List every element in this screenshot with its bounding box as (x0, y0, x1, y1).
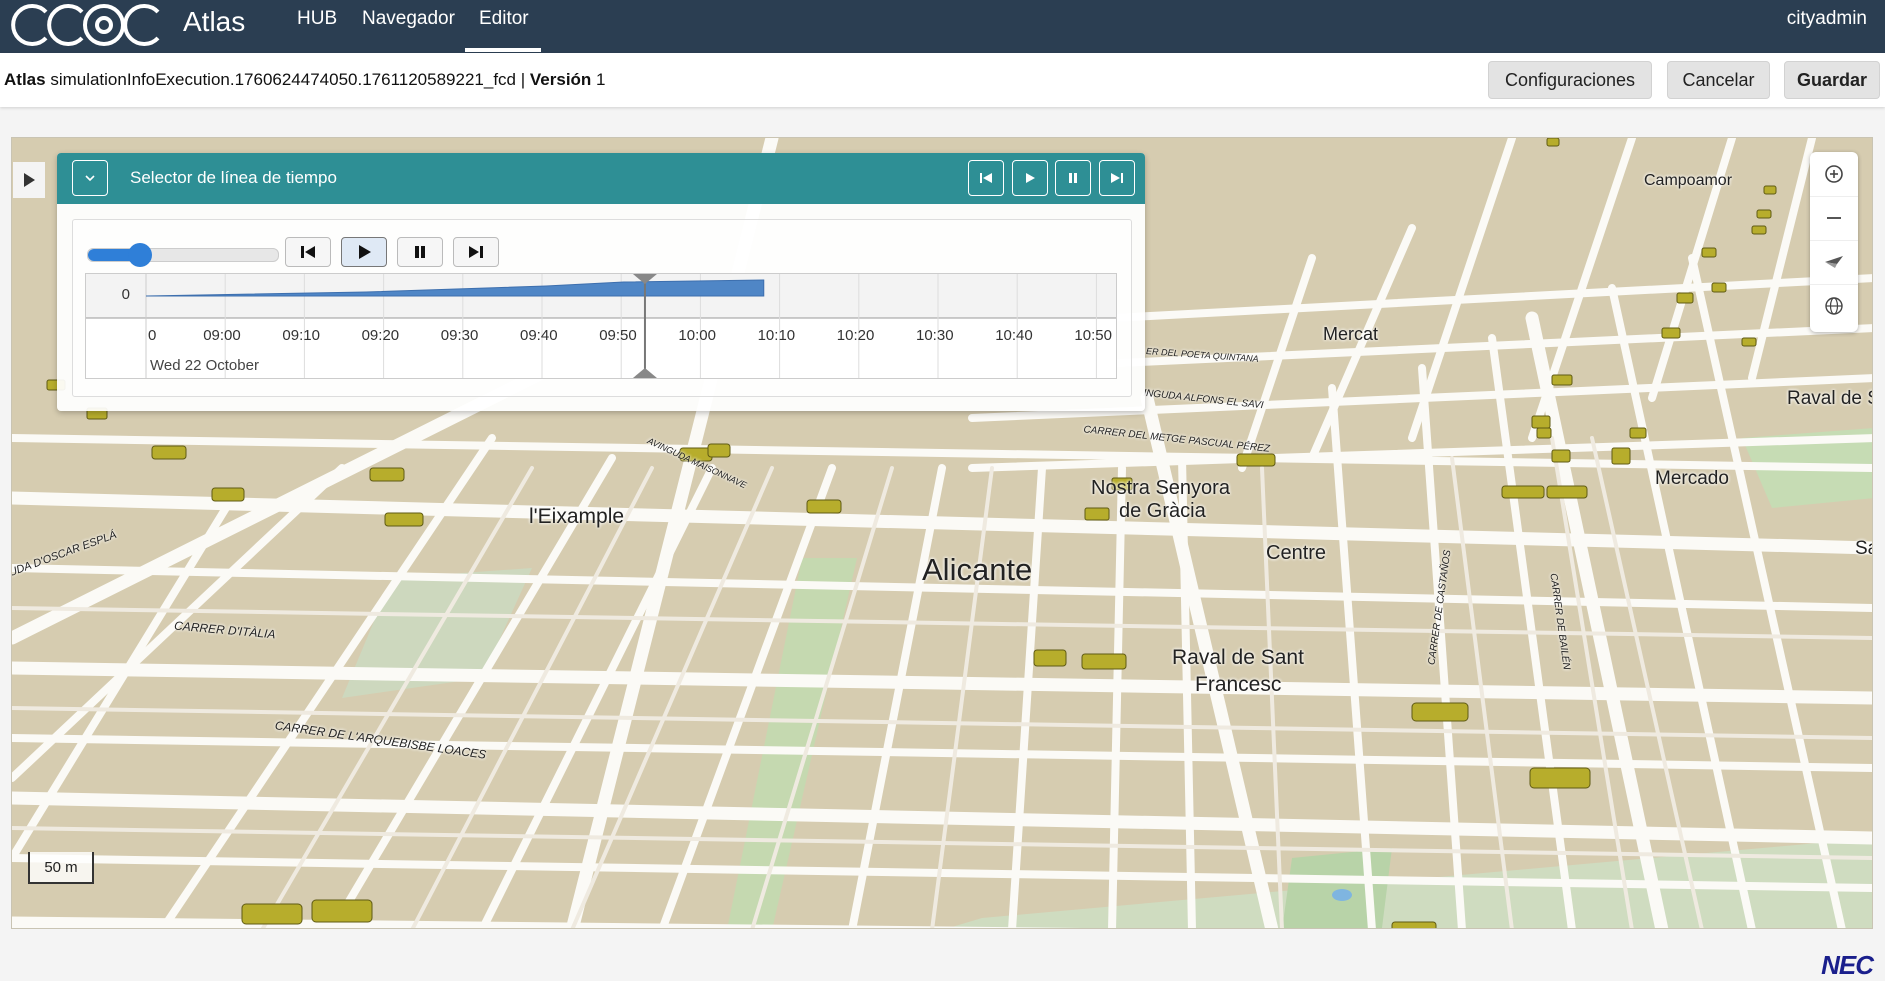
skip-end-icon (469, 246, 483, 258)
map-label-sa: Sa (1855, 538, 1872, 559)
header-pause-button[interactable] (1055, 160, 1091, 196)
timeline-panel: Selector de línea de tiempo 0 09:00 09:1… (57, 153, 1145, 411)
globe-button[interactable] (1810, 284, 1858, 328)
pause-button[interactable] (397, 237, 443, 267)
map-label-eixample: l'Eixample (529, 505, 625, 528)
zoom-in-icon (1825, 165, 1843, 183)
timeline-tick-label: 09:10 (282, 327, 320, 344)
timeline-body: 0 09:00 09:10 09:20 09:30 09:40 09:50 10:00 10:1… (72, 219, 1132, 397)
zoom-in-button[interactable] (1810, 152, 1858, 197)
skip-end-icon (1111, 173, 1123, 183)
globe-icon (1825, 297, 1843, 315)
timeline-tick-label: 09:00 (203, 327, 241, 344)
speed-slider[interactable] (87, 243, 279, 267)
doc-file-name: simulationInfoExecution.1760624474050.17… (50, 70, 516, 89)
zoom-out-button[interactable] (1810, 196, 1858, 241)
collapse-timeline-button[interactable] (72, 160, 108, 196)
timeline-tick-label: 0 (148, 327, 156, 344)
map-label-senyora-1: Nostra Senyora (1091, 477, 1230, 499)
timeline-title: Selector de línea de tiempo (130, 168, 337, 187)
nav-navegador[interactable]: Navegador (362, 8, 455, 30)
timeline-chart[interactable]: 0 09:00 09:10 09:20 09:30 09:40 09:50 10:00 10:1… (85, 273, 1117, 379)
map-label-raval-2: Francesc (1195, 673, 1282, 696)
top-navbar: Atlas HUB Navegador Editor cityadmin (0, 0, 1885, 53)
timeline-tick-label: 10:40 (995, 327, 1033, 344)
map-label-mercat: Mercat (1323, 324, 1379, 344)
timeline-y-label: 0 (122, 286, 130, 303)
map-label-raval-s: Raval de S (1787, 388, 1873, 409)
header-skip-start-button[interactable] (968, 160, 1004, 196)
map-label-alicante: Alicante (922, 552, 1033, 587)
doc-version-label: Versión (529, 70, 592, 89)
timeline-tick-label: 10:20 (837, 327, 875, 344)
zoom-out-icon (1827, 217, 1841, 219)
skip-start-icon (301, 246, 315, 258)
map-label-centre: Centre (1266, 542, 1327, 564)
user-menu[interactable]: cityadmin (1787, 8, 1867, 30)
compass-button[interactable] (1810, 240, 1858, 285)
pause-icon (415, 246, 425, 258)
timeline-tick-label: 10:10 (758, 327, 796, 344)
speed-slider-thumb[interactable] (128, 243, 152, 267)
document-bar: Atlas simulationInfoExecution.1760624474… (0, 53, 1885, 107)
doc-version-number: 1 (596, 70, 606, 89)
doc-separator: | (520, 70, 526, 89)
save-button[interactable]: Guardar (1784, 61, 1880, 99)
skip-start-button[interactable] (285, 237, 331, 267)
play-button[interactable] (341, 237, 387, 267)
timeline-date-label: Wed 22 October (150, 357, 259, 374)
timeline-tick-label: 09:50 (599, 327, 637, 344)
map-label-raval-1: Raval de Sant (1172, 646, 1304, 669)
play-icon (1026, 173, 1035, 183)
header-skip-end-button[interactable] (1099, 160, 1135, 196)
header-play-button[interactable] (1012, 160, 1048, 196)
doc-app-name: Atlas (4, 70, 46, 89)
document-title: Atlas simulationInfoExecution.1760624474… (4, 70, 606, 90)
caret-right-icon (24, 173, 35, 187)
ccoc-logo (11, 4, 160, 46)
play-icon (359, 245, 371, 259)
pause-icon (1069, 173, 1077, 183)
nav-active-indicator (465, 48, 541, 52)
timeline-chart-svg: 0 09:00 09:10 09:20 09:30 09:40 09:50 10:00 10:1… (86, 274, 1116, 378)
map-label-senyora-2: de Gràcia (1119, 500, 1206, 522)
cancel-button[interactable]: Cancelar (1667, 61, 1770, 99)
chevron-down-icon (85, 175, 95, 182)
app-title: Atlas (183, 6, 246, 37)
nav-hub[interactable]: HUB (297, 8, 337, 30)
timeline-tick-label: 10:00 (678, 327, 716, 344)
timeline-tick-label: 09:20 (362, 327, 400, 344)
timeline-header: Selector de línea de tiempo (57, 153, 1145, 204)
timeline-tick-label: 10:30 (916, 327, 954, 344)
map-label-mercado: Mercado (1655, 468, 1729, 489)
map-controls (1810, 152, 1858, 332)
map-scale-bar: 50 m (28, 852, 94, 884)
map-label-campoamor: Campoamor (1644, 172, 1733, 189)
nav-editor[interactable]: Editor (479, 8, 529, 30)
skip-end-button[interactable] (453, 237, 499, 267)
settings-button[interactable]: Configuraciones (1488, 61, 1652, 99)
expand-panel-button[interactable] (13, 162, 45, 198)
nec-logo: NEC (1821, 950, 1874, 980)
skip-start-icon (980, 173, 992, 183)
compass-icon (1825, 256, 1843, 268)
timeline-tick-label: 09:40 (520, 327, 558, 344)
timeline-tick-label: 09:30 (441, 327, 479, 344)
timeline-tick-label: 10:50 (1074, 327, 1112, 344)
